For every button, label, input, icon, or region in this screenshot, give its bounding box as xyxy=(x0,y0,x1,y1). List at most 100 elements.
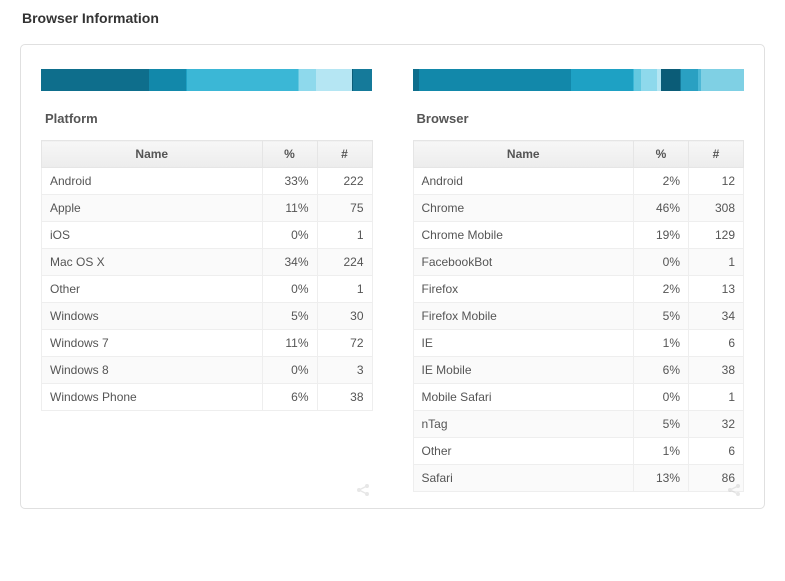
browser-title: Browser xyxy=(417,111,745,126)
cell-name: Android xyxy=(42,168,263,195)
bar-segment xyxy=(701,69,744,91)
table-row: Safari13%86 xyxy=(413,465,744,492)
cell-name: Chrome Mobile xyxy=(413,222,634,249)
cell-count: 129 xyxy=(689,222,744,249)
cell-count: 6 xyxy=(689,438,744,465)
cell-name: Safari xyxy=(413,465,634,492)
cell-pct: 5% xyxy=(634,303,689,330)
table-row: Other0%1 xyxy=(42,276,373,303)
table-row: FacebookBot0%1 xyxy=(413,249,744,276)
bar-segment xyxy=(353,69,373,91)
cell-pct: 5% xyxy=(262,303,317,330)
cell-pct: 1% xyxy=(634,438,689,465)
table-row: nTag5%32 xyxy=(413,411,744,438)
cell-pct: 6% xyxy=(634,357,689,384)
table-row: Chrome Mobile19%129 xyxy=(413,222,744,249)
cell-count: 38 xyxy=(317,384,372,411)
cell-name: Windows 7 xyxy=(42,330,263,357)
cell-name: IE Mobile xyxy=(413,357,634,384)
cell-count: 12 xyxy=(689,168,744,195)
cell-name: Windows xyxy=(42,303,263,330)
cell-count: 72 xyxy=(317,330,372,357)
cell-name: Mac OS X xyxy=(42,249,263,276)
platform-column: Platform Name % # Android33%222Apple11%7… xyxy=(41,69,373,492)
bar-segment xyxy=(661,69,681,91)
bar-segment xyxy=(634,69,641,91)
cell-name: Mobile Safari xyxy=(413,384,634,411)
cell-name: Windows 8 xyxy=(42,357,263,384)
cell-count: 38 xyxy=(689,357,744,384)
cell-name: Windows Phone xyxy=(42,384,263,411)
table-row: Android33%222 xyxy=(42,168,373,195)
cell-count: 222 xyxy=(317,168,372,195)
table-row: Apple11%75 xyxy=(42,195,373,222)
bar-segment xyxy=(41,69,149,91)
table-row: Windows 711%72 xyxy=(42,330,373,357)
cell-name: IE xyxy=(413,330,634,357)
platform-stacked-bar xyxy=(41,69,373,91)
cell-pct: 34% xyxy=(262,249,317,276)
cell-count: 224 xyxy=(317,249,372,276)
browser-header-pct: % xyxy=(634,141,689,168)
cell-pct: 33% xyxy=(262,168,317,195)
table-row: Firefox Mobile5%34 xyxy=(413,303,744,330)
bar-segment xyxy=(681,69,697,91)
bar-segment xyxy=(641,69,657,91)
table-row: Chrome46%308 xyxy=(413,195,744,222)
share-icon[interactable] xyxy=(355,482,371,498)
cell-count: 13 xyxy=(689,276,744,303)
cell-pct: 11% xyxy=(262,330,317,357)
browser-header-count: # xyxy=(689,141,744,168)
bar-segment xyxy=(299,69,315,91)
cell-pct: 19% xyxy=(634,222,689,249)
share-icon[interactable] xyxy=(726,482,742,498)
table-row: Firefox2%13 xyxy=(413,276,744,303)
cell-pct: 46% xyxy=(634,195,689,222)
table-row: Other1%6 xyxy=(413,438,744,465)
browser-header-name: Name xyxy=(413,141,634,168)
cell-name: Firefox xyxy=(413,276,634,303)
platform-header-name: Name xyxy=(42,141,263,168)
cell-count: 6 xyxy=(689,330,744,357)
cell-count: 30 xyxy=(317,303,372,330)
platform-title: Platform xyxy=(45,111,373,126)
cell-count: 34 xyxy=(689,303,744,330)
cell-name: Chrome xyxy=(413,195,634,222)
table-row: Windows 80%3 xyxy=(42,357,373,384)
cell-count: 1 xyxy=(317,276,372,303)
cell-name: nTag xyxy=(413,411,634,438)
cell-name: Android xyxy=(413,168,634,195)
cell-pct: 1% xyxy=(634,330,689,357)
cell-pct: 6% xyxy=(262,384,317,411)
cell-count: 1 xyxy=(689,249,744,276)
cell-name: FacebookBot xyxy=(413,249,634,276)
platform-header-pct: % xyxy=(262,141,317,168)
cell-pct: 2% xyxy=(634,168,689,195)
bar-segment xyxy=(419,69,571,91)
platform-table: Name % # Android33%222Apple11%75iOS0%1Ma… xyxy=(41,140,373,411)
cell-name: Other xyxy=(42,276,263,303)
bar-segment xyxy=(187,69,299,91)
cell-pct: 13% xyxy=(634,465,689,492)
table-row: IE1%6 xyxy=(413,330,744,357)
bar-segment xyxy=(571,69,634,91)
cell-pct: 0% xyxy=(262,357,317,384)
table-row: Mac OS X34%224 xyxy=(42,249,373,276)
browser-table: Name % # Android2%12Chrome46%308Chrome M… xyxy=(413,140,745,492)
cell-pct: 0% xyxy=(262,276,317,303)
table-row: IE Mobile6%38 xyxy=(413,357,744,384)
cell-pct: 11% xyxy=(262,195,317,222)
cell-count: 1 xyxy=(689,384,744,411)
info-panel: Platform Name % # Android33%222Apple11%7… xyxy=(20,44,765,509)
page-title: Browser Information xyxy=(22,10,765,26)
cell-pct: 0% xyxy=(262,222,317,249)
table-row: Windows Phone6%38 xyxy=(42,384,373,411)
table-row: Windows5%30 xyxy=(42,303,373,330)
cell-count: 1 xyxy=(317,222,372,249)
table-row: iOS0%1 xyxy=(42,222,373,249)
bar-segment xyxy=(316,69,352,91)
cell-count: 75 xyxy=(317,195,372,222)
cell-count: 308 xyxy=(689,195,744,222)
cell-name: iOS xyxy=(42,222,263,249)
cell-pct: 0% xyxy=(634,384,689,411)
